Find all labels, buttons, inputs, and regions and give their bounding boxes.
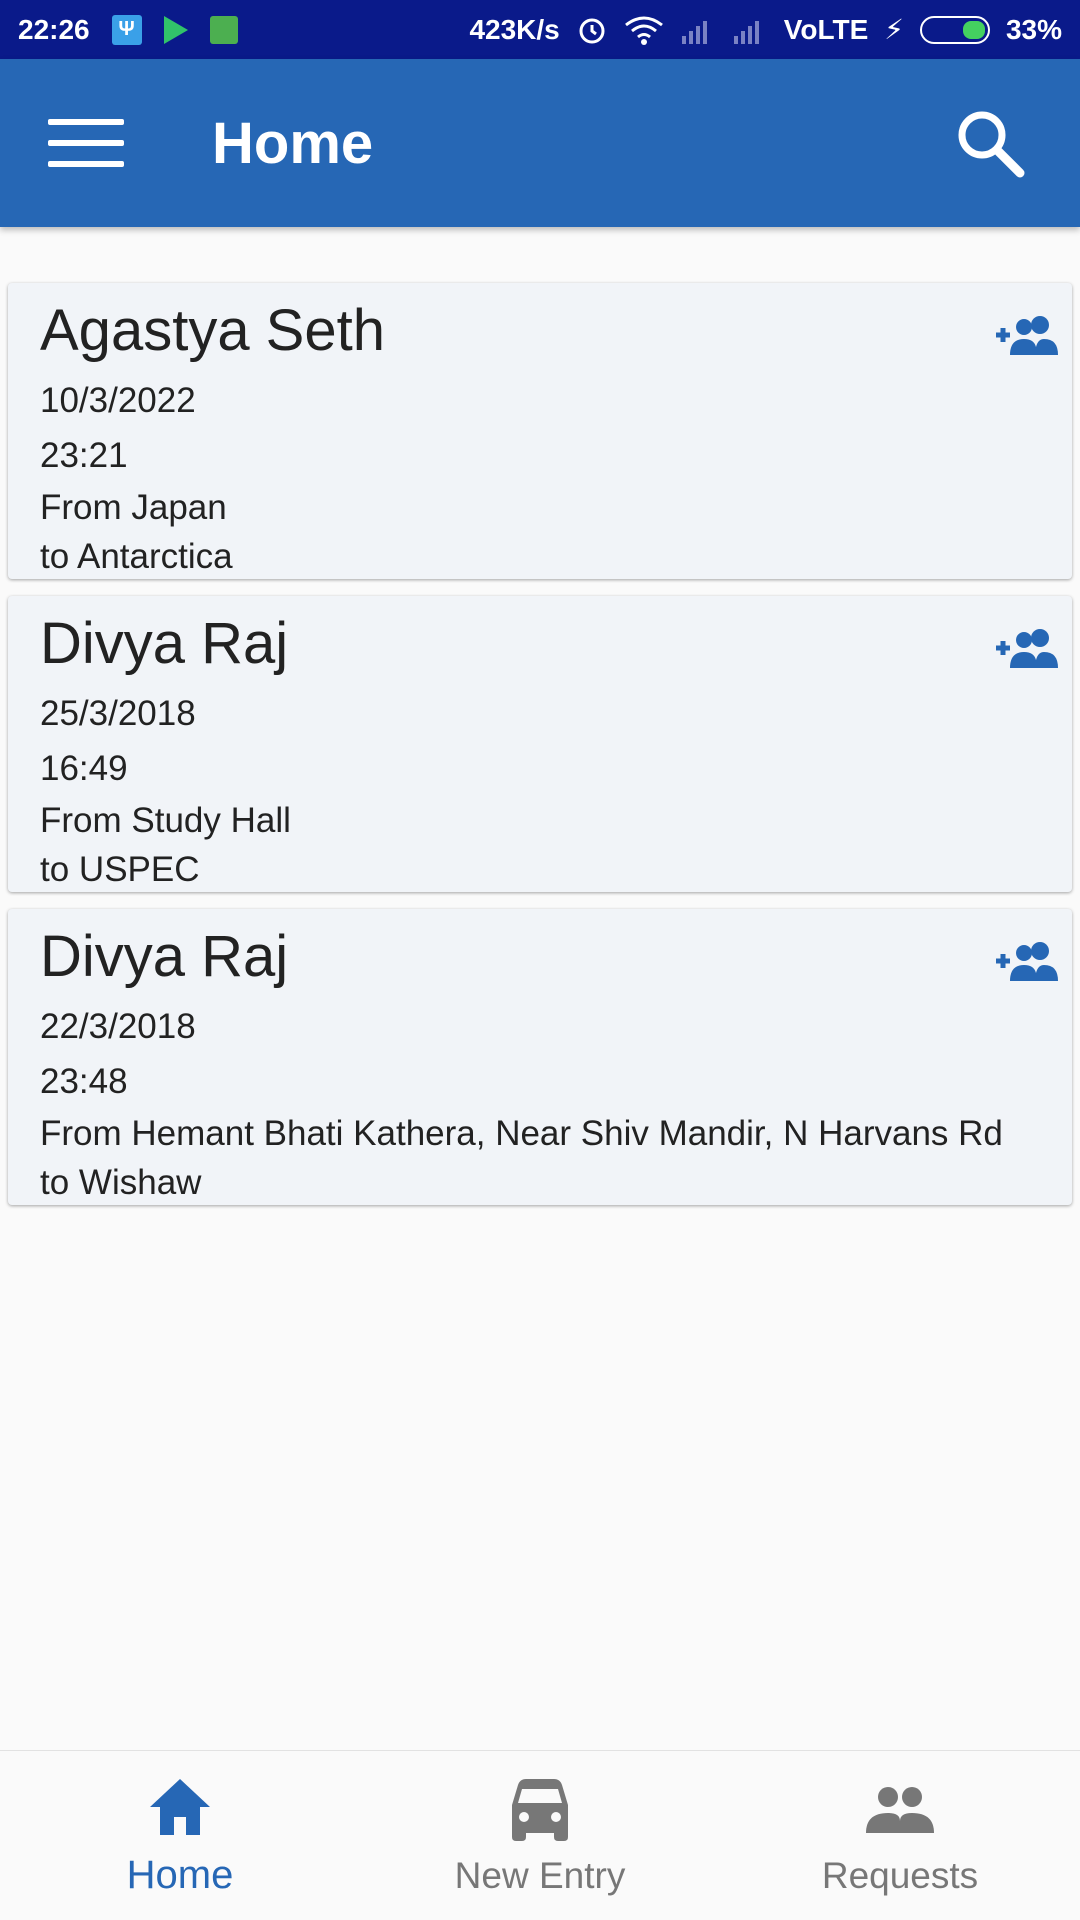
entry-date: 25/3/2018 bbox=[40, 694, 196, 733]
status-time: 22:26 bbox=[18, 13, 90, 45]
entry-date: 10/3/2022 bbox=[40, 381, 196, 420]
entry-from: From Japan bbox=[40, 488, 227, 527]
group-add-icon[interactable] bbox=[994, 313, 1060, 357]
status-bar: 22:26 Ψ 423K/s VoLTE ⚡ 33% bbox=[0, 0, 1080, 59]
group-add-icon[interactable] bbox=[994, 626, 1060, 670]
battery-icon bbox=[919, 15, 990, 44]
entry-name: Divya Raj bbox=[40, 611, 289, 676]
entry-time: 23:48 bbox=[40, 1062, 128, 1101]
battery-level bbox=[963, 20, 985, 39]
page-title: Home bbox=[212, 110, 374, 176]
signal-icon-sim1 bbox=[681, 20, 707, 44]
entry-card[interactable]: Agastya Seth 10/3/2022 23:21 From Japan … bbox=[8, 283, 1072, 579]
nav-new-entry-label: New Entry bbox=[454, 1854, 626, 1896]
charging-icon: ⚡ bbox=[884, 14, 904, 45]
nav-new-entry[interactable]: New Entry bbox=[360, 1751, 720, 1920]
wifi-icon bbox=[624, 16, 663, 45]
battery-percent: 33% bbox=[1005, 13, 1062, 45]
search-icon[interactable] bbox=[950, 103, 1030, 183]
entry-time: 23:21 bbox=[40, 436, 128, 475]
entry-name: Agastya Seth bbox=[40, 298, 385, 363]
play-store-icon bbox=[163, 15, 188, 44]
nav-home-label: Home bbox=[126, 1853, 234, 1897]
entry-name: Divya Raj bbox=[40, 924, 289, 989]
usb-icon: Ψ bbox=[111, 14, 142, 45]
entry-card[interactable]: Divya Raj 22/3/2018 23:48 From Hemant Bh… bbox=[8, 909, 1072, 1205]
entry-from: From Study Hall bbox=[40, 801, 291, 840]
network-speed: 423K/s bbox=[469, 13, 560, 45]
menu-icon-line bbox=[48, 140, 124, 146]
app-bar: Home bbox=[0, 59, 1080, 227]
car-icon bbox=[512, 1778, 568, 1841]
entry-to: to Wishaw bbox=[40, 1163, 202, 1202]
home-icon bbox=[150, 1779, 210, 1835]
group-add-icon[interactable] bbox=[994, 939, 1060, 983]
entries-list: Agastya Seth 10/3/2022 23:21 From Japan … bbox=[8, 283, 1072, 1222]
nav-requests-label: Requests bbox=[821, 1854, 979, 1896]
people-icon bbox=[866, 1786, 934, 1833]
entry-to: to USPEC bbox=[40, 850, 200, 889]
alarm-icon bbox=[579, 18, 605, 43]
entry-to: to Antarctica bbox=[40, 537, 233, 576]
signal-icon-sim2 bbox=[733, 20, 759, 44]
menu-icon-line bbox=[48, 161, 124, 167]
menu-icon-line bbox=[48, 119, 124, 125]
bottom-navigation: Home New Entry Requests bbox=[0, 1750, 1080, 1920]
entry-date: 22/3/2018 bbox=[40, 1007, 196, 1046]
menu-button[interactable] bbox=[46, 113, 126, 173]
entry-from: From Hemant Bhati Kathera, Near Shiv Man… bbox=[40, 1114, 1003, 1153]
entry-time: 16:49 bbox=[40, 749, 128, 788]
nav-requests[interactable]: Requests bbox=[720, 1751, 1080, 1920]
network-type: VoLTE bbox=[783, 13, 869, 45]
entry-card[interactable]: Divya Raj 25/3/2018 16:49 From Study Hal… bbox=[8, 596, 1072, 892]
nav-home[interactable]: Home bbox=[0, 1751, 360, 1920]
android-icon bbox=[209, 15, 238, 44]
